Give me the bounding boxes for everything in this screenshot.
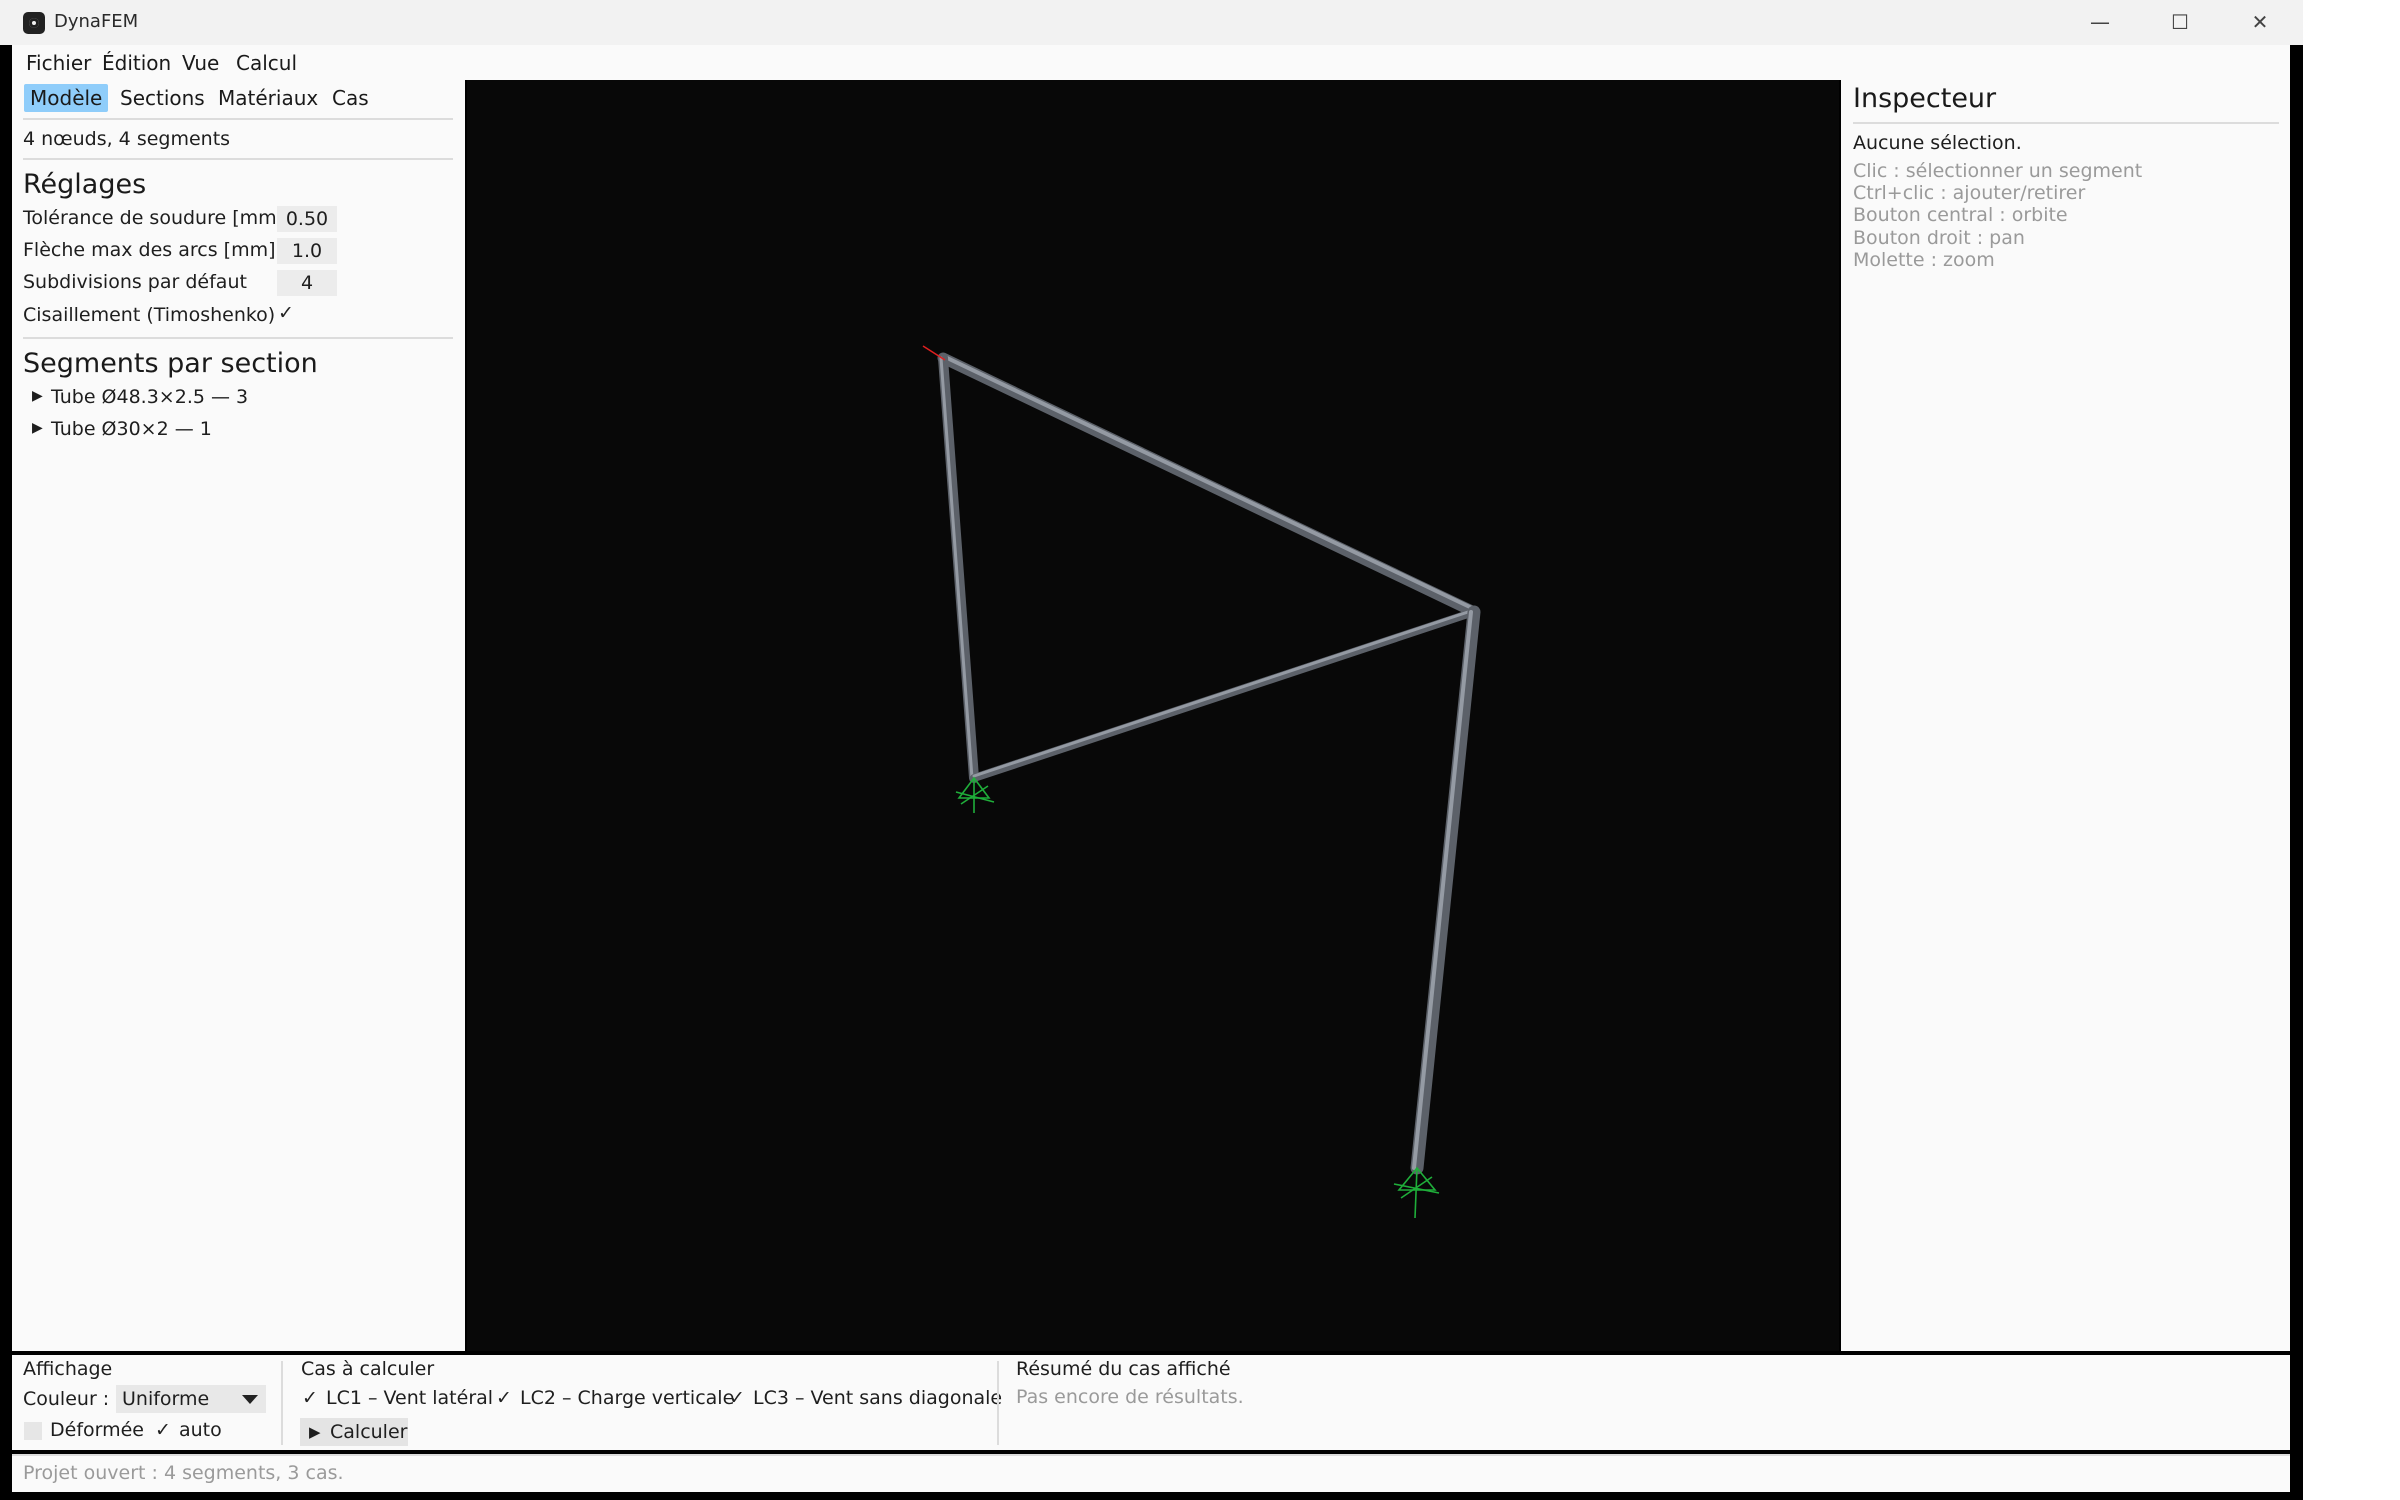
weld-tolerance-field[interactable]: 0.50 <box>277 206 337 232</box>
beam-top-diagonal[interactable] <box>937 352 1480 618</box>
summary-divider <box>23 158 453 160</box>
inspector-panel: Inspecteur Aucune sélection. Clic : séle… <box>1841 80 2290 1351</box>
menu-view[interactable]: Vue <box>182 51 219 75</box>
cases-heading: Cas à calculer <box>301 1358 435 1380</box>
chevron-down-icon <box>242 1395 258 1404</box>
tab-sections[interactable]: Sections <box>114 84 211 112</box>
title-bar: DynaFEM — ☐ ✕ <box>0 0 2303 45</box>
color-label: Couleur : <box>23 1388 110 1410</box>
check-icon: ✓ <box>155 1419 171 1441</box>
bottom-panel: Affichage Couleur : Uniforme Déformée ✓ … <box>12 1355 2290 1450</box>
check-icon: ✓ <box>278 302 294 324</box>
menu-bar: Fichier Édition Vue Calcul <box>12 45 2290 80</box>
beam-right-column[interactable] <box>1410 605 1481 1175</box>
case-lc1[interactable]: ✓ LC1 – Vent latéral <box>302 1387 493 1413</box>
play-icon: ▶ <box>309 1423 321 1441</box>
group-divider <box>997 1361 999 1445</box>
section-label: Tube Ø48.3×2.5 — 3 <box>51 386 249 408</box>
auto-checkbox[interactable]: ✓ <box>155 1419 171 1441</box>
status-bar: Projet ouvert : 4 segments, 3 cas. <box>12 1454 2290 1492</box>
hint-right-button: Bouton droit : pan <box>1853 227 2025 249</box>
tab-cases[interactable]: Cas <box>326 84 375 112</box>
structure-view <box>922 345 1481 1219</box>
check-icon: ✓ <box>302 1387 318 1409</box>
color-value: Uniforme <box>122 1388 210 1410</box>
compute-button-label: Calculer <box>330 1421 408 1443</box>
menu-edit[interactable]: Édition <box>102 51 171 75</box>
menu-compute[interactable]: Calcul <box>236 51 297 75</box>
color-dropdown[interactable]: Uniforme <box>116 1385 266 1413</box>
support-left[interactable] <box>955 776 995 813</box>
check-icon: ✓ <box>729 1387 745 1409</box>
hint-wheel: Molette : zoom <box>1853 249 1995 271</box>
display-heading: Affichage <box>23 1358 113 1380</box>
triangle-right-icon: ▶ <box>32 388 43 404</box>
3d-viewport[interactable] <box>467 80 1839 1351</box>
close-button[interactable]: ✕ <box>2225 0 2295 45</box>
tabs-divider <box>23 118 453 120</box>
subdivisions-field[interactable]: 4 <box>277 270 337 296</box>
model-summary: 4 nœuds, 4 segments <box>23 128 231 150</box>
group-divider <box>281 1361 283 1445</box>
shear-label: Cisaillement (Timoshenko) <box>23 304 276 326</box>
beam-left-column[interactable] <box>938 353 979 783</box>
tab-materials[interactable]: Matériaux <box>212 84 324 112</box>
check-icon: ✓ <box>496 1387 512 1409</box>
minimize-button[interactable]: — <box>2065 0 2135 45</box>
hint-ctrl-click: Ctrl+clic : ajouter/retirer <box>1853 182 2086 204</box>
subdivisions-label: Subdivisions par défaut <box>23 271 247 293</box>
hint-click: Clic : sélectionner un segment <box>1853 160 2143 182</box>
left-panel: Modèle Sections Matériaux Cas 4 nœuds, 4… <box>12 80 465 1351</box>
menu-file[interactable]: Fichier <box>26 51 91 75</box>
hint-middle-button: Bouton central : orbite <box>1853 204 2068 226</box>
deformed-label: Déformée <box>50 1419 144 1441</box>
status-text: Projet ouvert : 4 segments, 3 cas. <box>23 1462 344 1484</box>
section-label: Tube Ø30×2 — 1 <box>51 418 212 440</box>
settings-divider <box>23 337 453 339</box>
triangle-right-icon: ▶ <box>32 420 43 436</box>
beam-lower-brace[interactable] <box>970 608 1478 782</box>
weld-tolerance-label: Tolérance de soudure [mm] <box>23 207 285 229</box>
case-lc2[interactable]: ✓ LC2 – Charge verticale <box>496 1387 734 1413</box>
summary-text: Pas encore de résultats. <box>1016 1386 1244 1408</box>
inspector-divider <box>1853 122 2279 124</box>
tab-model[interactable]: Modèle <box>24 84 109 112</box>
settings-heading: Réglages <box>23 169 147 200</box>
case-label: LC1 – Vent latéral <box>326 1387 494 1409</box>
arc-sag-label: Flèche max des arcs [mm] <box>23 239 276 261</box>
shear-checkbox[interactable]: ✓ <box>278 302 294 324</box>
maximize-button[interactable]: ☐ <box>2145 0 2215 45</box>
status-divider <box>12 1454 2290 1456</box>
case-label: LC3 – Vent sans diagonale <box>753 1387 1003 1409</box>
summary-heading: Résumé du cas affiché <box>1016 1358 1231 1380</box>
support-right[interactable] <box>1393 1166 1440 1219</box>
app-logo-icon <box>23 12 45 34</box>
case-label: LC2 – Charge verticale <box>520 1387 735 1409</box>
compute-button[interactable]: ▶ Calculer <box>300 1418 408 1446</box>
arc-sag-field[interactable]: 1.0 <box>277 238 337 264</box>
segments-heading: Segments par section <box>23 348 318 379</box>
auto-label: auto <box>179 1419 222 1441</box>
inspector-heading: Inspecteur <box>1853 83 1997 114</box>
deformed-checkbox[interactable] <box>24 1422 42 1440</box>
case-lc3[interactable]: ✓ LC3 – Vent sans diagonale <box>729 1387 1002 1413</box>
window-title: DynaFEM <box>54 11 139 32</box>
selection-status: Aucune sélection. <box>1853 132 2022 154</box>
